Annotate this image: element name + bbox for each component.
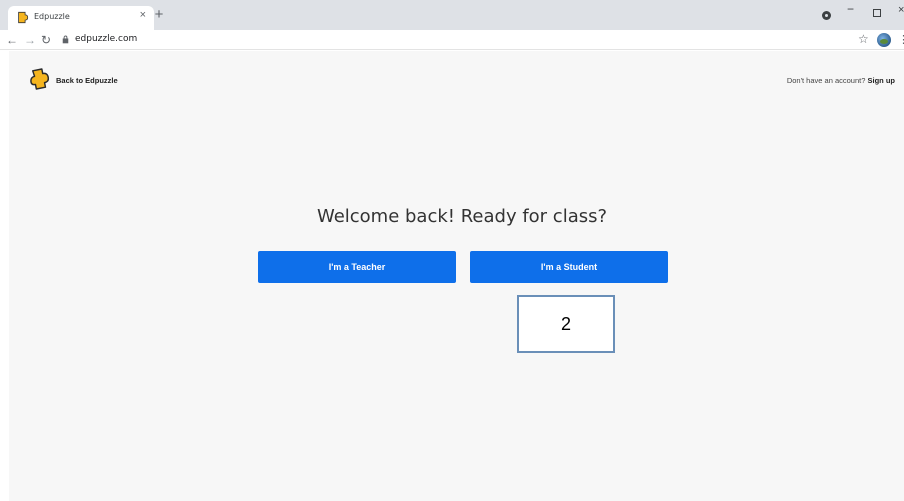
forward-arrow-icon[interactable]: →: [24, 33, 36, 47]
new-tab-button[interactable]: +: [150, 6, 168, 24]
browser-tabstrip: Edpuzzle × + − ×: [0, 0, 904, 30]
media-record-icon[interactable]: [822, 11, 831, 20]
browser-tab[interactable]: Edpuzzle ×: [8, 6, 154, 30]
browser-toolbar: ← → ↻ edpuzzle.com ☆ ⋮: [0, 30, 904, 50]
lock-icon[interactable]: [62, 35, 69, 44]
back-to-edpuzzle-link[interactable]: Back to Edpuzzle: [56, 76, 118, 85]
minimize-window-button[interactable]: −: [847, 2, 854, 16]
login-page: Back to Edpuzzle Don't have an account? …: [9, 51, 904, 501]
close-window-button[interactable]: ×: [898, 4, 904, 16]
teacher-button[interactable]: I'm a Teacher: [258, 251, 456, 283]
signup-prompt-text: Don't have an account?: [786, 76, 866, 85]
tab-close-icon[interactable]: ×: [140, 10, 146, 21]
page-title: Welcome back! Ready for class?: [316, 206, 608, 227]
reload-icon[interactable]: ↻: [41, 33, 51, 47]
step-marker-box: 2: [517, 295, 615, 353]
browser-menu-icon[interactable]: ⋮: [898, 33, 904, 46]
sign-up-link[interactable]: Sign up: [868, 76, 896, 85]
signup-prompt: Don't have an account? Sign up: [787, 76, 895, 85]
bookmark-star-icon[interactable]: ☆: [858, 32, 869, 46]
profile-avatar[interactable]: [877, 33, 891, 47]
edpuzzle-logo-icon[interactable]: [30, 68, 50, 90]
back-arrow-icon[interactable]: ←: [6, 33, 18, 47]
tab-title: Edpuzzle: [34, 12, 70, 21]
edpuzzle-favicon-icon: [18, 11, 29, 24]
address-bar-url[interactable]: edpuzzle.com: [75, 34, 137, 44]
maximize-window-button[interactable]: [873, 9, 881, 17]
student-button[interactable]: I'm a Student: [470, 251, 668, 283]
